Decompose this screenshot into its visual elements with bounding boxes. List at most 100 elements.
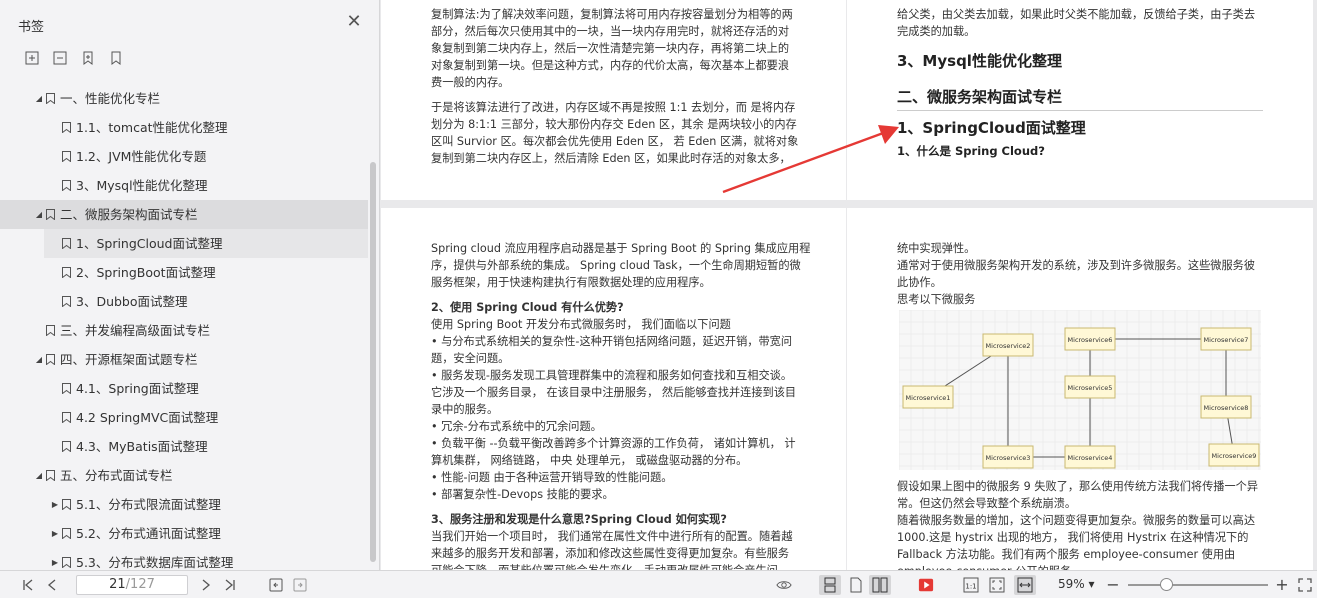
close-icon[interactable]: ✕ <box>344 12 364 32</box>
zoom-out-icon[interactable]: − <box>1106 577 1120 593</box>
bookmark-item[interactable]: ◢ 一、性能优化专栏 <box>0 84 368 113</box>
bookmark-item[interactable]: ◢ 二、微服务架构面试专栏 <box>0 200 368 229</box>
single-page-icon[interactable] <box>848 577 864 593</box>
bookmark-item[interactable]: ◢ 四、开源框架面试题专栏 <box>0 345 368 374</box>
expand-arrow-icon[interactable]: ◢ <box>34 461 44 490</box>
bookmark-item[interactable]: 1.2、JVM性能优化专题 <box>0 142 368 171</box>
page-bottom-left: Spring cloud 流应用程序启动器是基于 Spring Boot 的 S… <box>381 208 846 570</box>
collapsed-arrow-icon[interactable]: ▶ <box>50 519 60 548</box>
collapsed-arrow-icon[interactable]: ▶ <box>50 548 60 570</box>
forward-view-icon[interactable] <box>292 577 308 593</box>
text-line: • 冗余-分布式系统中的冗余问题。 <box>431 420 602 433</box>
text-line: 1000.这是 hystrix 出现的地方， 我们将使用 Hystrix 在这种… <box>897 531 1249 544</box>
fullscreen-icon[interactable] <box>1297 577 1313 593</box>
bookmark-item[interactable]: 3、Mysql性能优化整理 <box>0 171 368 200</box>
page-text: 统中实现弹性。 通常对于使用微服务架构开发的系统，涉及到许多微服务。这些微服务彼此… <box>897 240 1277 308</box>
bookmark-item[interactable]: ◢ 五、分布式面试专栏 <box>0 461 368 490</box>
bookmark-label: 5.1、分布式限流面试整理 <box>76 497 221 512</box>
annotation-arrow-icon <box>722 125 899 194</box>
bookmark-flag-icon <box>62 499 71 510</box>
zoom-slider[interactable] <box>1128 584 1268 586</box>
text-line: • 服务发现-服务发现工具管理群集中的流程和服务如何查找和互相交谈。 <box>431 369 793 382</box>
bookmark-item[interactable]: 三、并发编程高级面试专栏 <box>0 316 368 345</box>
bookmark-flag-icon <box>62 412 71 423</box>
bookmark-label: 3、Dubbo面试整理 <box>76 294 188 309</box>
bookmark-item[interactable]: 1、SpringCloud面试整理 <box>44 229 368 258</box>
bookmark-label: 1.2、JVM性能优化专题 <box>76 149 207 164</box>
next-page-icon[interactable] <box>198 577 214 593</box>
bookmark-item[interactable]: 3、Dubbo面试整理 <box>0 287 368 316</box>
text-line: 象复制到第二块内存上，然后一次性清楚完第一块内存，再将第二块上的 <box>431 42 790 55</box>
bookmark-item[interactable]: 1.1、tomcat性能优化整理 <box>0 113 368 142</box>
collapse-all-icon[interactable] <box>52 50 68 66</box>
svg-text:1:1: 1:1 <box>965 583 976 591</box>
expand-all-icon[interactable] <box>24 50 40 66</box>
bookmark-label: 4.2 SpringMVC面试整理 <box>76 410 219 425</box>
zoom-in-icon[interactable]: + <box>1275 577 1289 593</box>
bookmark-flag-icon <box>62 528 71 539</box>
actual-size-icon[interactable]: 1:1 <box>963 577 979 593</box>
sidebar-scrollbar[interactable] <box>369 84 377 570</box>
collapsed-arrow-icon[interactable]: ▶ <box>50 490 60 519</box>
play-slideshow-icon[interactable] <box>918 577 936 593</box>
page-number-input[interactable]: 21/127 <box>76 575 188 595</box>
first-page-icon[interactable] <box>20 577 36 593</box>
diagram-node: Microservice8 <box>1200 395 1252 419</box>
zoom-select[interactable]: 59% ▾ <box>1058 577 1095 591</box>
bookmark-item[interactable]: 2、SpringBoot面试整理 <box>0 258 368 287</box>
diagram-node: Microservice9 <box>1208 443 1260 467</box>
page-text: 假设如果上图中的微服务 9 失败了，那么使用传统方法我们将传播一个异 常。但这仍然… <box>897 478 1277 570</box>
bookmark-item[interactable]: 4.1、Spring面试整理 <box>0 374 368 403</box>
text-line: Spring cloud 流应用程序启动器是基于 Spring Boot 的 S… <box>431 242 811 255</box>
bookmark-flag-icon <box>62 151 71 162</box>
bookmark-flag-icon <box>46 209 55 220</box>
fit-page-icon[interactable] <box>989 577 1005 593</box>
current-page: 21 <box>109 577 126 592</box>
bookmark-label: 2、SpringBoot面试整理 <box>76 265 216 280</box>
back-view-icon[interactable] <box>268 577 284 593</box>
bookmark-label: 五、分布式面试专栏 <box>60 468 173 483</box>
bookmark-icon[interactable] <box>108 50 124 66</box>
text-line: 完成类的加载。 <box>897 25 976 38</box>
diagram-node: Microservice5 <box>1064 375 1116 399</box>
expand-arrow-icon[interactable]: ◢ <box>34 84 44 113</box>
diagram-node: Microservice6 <box>1064 327 1116 351</box>
single-page-continuous-icon[interactable] <box>819 575 841 595</box>
scrollbar-thumb[interactable] <box>370 162 376 562</box>
expand-arrow-icon[interactable]: ◢ <box>34 200 44 229</box>
bookmark-flag-icon <box>62 180 71 191</box>
bookmark-item[interactable]: 4.2 SpringMVC面试整理 <box>0 403 368 432</box>
add-bookmark-icon[interactable] <box>80 50 96 66</box>
two-page-icon[interactable] <box>869 575 891 595</box>
bookmark-item[interactable]: 4.3、MyBatis面试整理 <box>0 432 368 461</box>
bookmark-label: 1、SpringCloud面试整理 <box>76 236 223 251</box>
expand-arrow-icon[interactable]: ◢ <box>34 345 44 374</box>
diagram-node-label: Microservice2 <box>986 342 1031 350</box>
eye-care-icon[interactable] <box>776 577 794 593</box>
bookmark-label: 5.3、分布式数据库面试整理 <box>76 555 234 570</box>
heading-microservice: 二、微服务架构面试专栏 <box>897 86 1263 111</box>
bookmark-item[interactable]: ▶ 5.3、分布式数据库面试整理 <box>0 548 368 570</box>
text-line: • 与分布式系统相关的复杂性-这种开销包括网络问题，延迟开销，带宽问 <box>431 335 793 348</box>
prev-page-icon[interactable] <box>44 577 60 593</box>
bookmark-flag-icon <box>62 122 71 133</box>
diagram-node-label: Microservice3 <box>986 454 1031 462</box>
text-line: 算机集群， 网络链路， 中央 处理单元， 或磁盘驱动器的分布。 <box>431 454 748 467</box>
last-page-icon[interactable] <box>222 577 238 593</box>
document-viewport[interactable]: 复制算法:为了解决效率问题，复制算法将可用内存按容量划分为相等的两 部分，然后每次… <box>381 0 1317 570</box>
text-line: 此协作。 <box>897 276 942 289</box>
bookmark-flag-icon <box>62 441 71 452</box>
bookmark-label: 3、Mysql性能优化整理 <box>76 178 208 193</box>
zoom-slider-handle[interactable] <box>1160 578 1173 591</box>
bookmark-label: 四、开源框架面试题专栏 <box>60 352 198 367</box>
bookmark-label: 5.2、分布式通讯面试整理 <box>76 526 221 541</box>
text-line: 统中实现弹性。 <box>897 242 976 255</box>
bookmark-item[interactable]: ▶ 5.2、分布式通讯面试整理 <box>0 519 368 548</box>
text-line: 费一般的内存。 <box>431 76 510 89</box>
text-line: • 部署复杂性-Devops 技能的要求。 <box>431 488 614 501</box>
heading-springcloud: 1、SpringCloud面试整理 <box>897 119 1086 137</box>
bookmark-flag-icon <box>46 354 55 365</box>
diagram-node: Microservice3 <box>982 445 1034 469</box>
fit-width-icon[interactable] <box>1014 575 1036 595</box>
bookmark-item[interactable]: ▶ 5.1、分布式限流面试整理 <box>0 490 368 519</box>
